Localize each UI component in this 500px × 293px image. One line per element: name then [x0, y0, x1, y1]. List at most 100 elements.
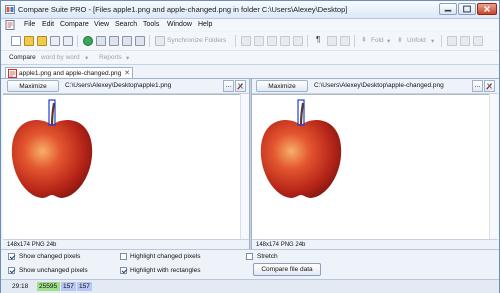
compare-files-icon[interactable]	[96, 36, 106, 46]
toolbar-separator	[77, 35, 78, 47]
menu-view[interactable]: View	[94, 21, 109, 28]
minimize-icon	[444, 9, 452, 12]
reports-button[interactable]: Reports	[99, 54, 122, 61]
tab-apple-comparison[interactable]: apple1.png and apple-changed.png ✕	[5, 67, 133, 78]
left-pane-header: Maximize C:\Users\Alexey\Desktop\apple1.…	[3, 79, 249, 94]
right-image-info: 148x174 PNG 24b	[252, 239, 498, 249]
unfold-icon[interactable]: ⇟	[397, 36, 403, 44]
close-tab-icon[interactable]: ✕	[124, 69, 130, 77]
edit-icon[interactable]	[447, 36, 457, 46]
compare-document-icon	[8, 69, 17, 78]
right-pane-header: Maximize C:\Users\Alexey\Desktop\apple-c…	[252, 79, 498, 94]
menu-compare[interactable]: Compare	[60, 21, 89, 28]
right-tools-button[interactable]	[484, 80, 495, 92]
unfold-dropdown-icon[interactable]: ▾	[431, 37, 434, 45]
right-scrollbar[interactable]	[489, 94, 498, 239]
wrench-icon	[486, 83, 493, 90]
close-icon	[484, 6, 490, 12]
apple-changed-image	[257, 99, 345, 201]
stretch-checkbox[interactable]	[246, 253, 253, 260]
changed-pixel-count-left: 157	[61, 282, 76, 291]
compare-label: Compare	[9, 54, 36, 61]
fold-dropdown-icon[interactable]: ▾	[387, 37, 390, 45]
show-changed-label: Show changed pixels	[19, 253, 81, 260]
swap-icon[interactable]	[109, 36, 119, 46]
show-changed-checkbox[interactable]	[8, 253, 15, 260]
wrench-icon	[237, 83, 244, 90]
compare-file-data-button[interactable]: Compare file data	[253, 263, 321, 276]
save-icon[interactable]	[50, 36, 60, 46]
comparison-options: Show changed pixels Show unchanged pixel…	[1, 249, 499, 280]
unchanged-pixel-count: 25595	[37, 282, 60, 291]
app-window: Compare Suite PRO - [Files apple1.png an…	[0, 0, 500, 293]
compare-mode-bar: Compare word by word ▾ Reports ▾	[1, 51, 499, 65]
show-unchanged-checkbox[interactable]	[8, 267, 15, 274]
refresh-icon[interactable]	[83, 36, 93, 46]
stretch-label: Stretch	[257, 253, 278, 260]
prev-diff-icon[interactable]	[267, 36, 277, 46]
copy-left-icon[interactable]	[241, 36, 251, 46]
highlight-changed-label: Highlight changed pixels	[130, 253, 201, 260]
compare-mode-select[interactable]: word by word	[41, 54, 80, 61]
open-folder-icon[interactable]	[24, 36, 34, 46]
next-diff-icon[interactable]	[280, 36, 290, 46]
wrap-icon[interactable]	[340, 36, 350, 46]
left-image-info: 148x174 PNG 24b	[3, 239, 249, 249]
menu-window[interactable]: Window	[167, 21, 192, 28]
left-scrollbar[interactable]	[240, 94, 249, 239]
changed-pixel-count-right: 157	[77, 282, 92, 291]
right-maximize-button[interactable]: Maximize	[256, 80, 308, 92]
properties-icon[interactable]	[63, 36, 73, 46]
title-bar: Compare Suite PRO - [Files apple1.png an…	[1, 1, 499, 19]
highlight-rectangles-label: Highlight with rectangles	[130, 267, 201, 274]
right-image-view[interactable]	[252, 94, 498, 239]
highlight-changed-checkbox[interactable]	[120, 253, 127, 260]
open-folders-icon[interactable]	[37, 36, 47, 46]
redo-icon[interactable]	[473, 36, 483, 46]
main-toolbar: Synchronize Folders ¶ ⇞ Fold ▾ ⇟ Unfold …	[1, 32, 499, 51]
compare-mode-dropdown-icon[interactable]: ▾	[85, 54, 88, 62]
sync-folders-button[interactable]: Synchronize Folders	[167, 37, 226, 44]
left-file-path: C:\Users\Alexey\Desktop\apple1.png	[65, 82, 172, 89]
menu-search[interactable]: Search	[115, 21, 137, 28]
toolbar-separator	[149, 35, 150, 47]
download-icon[interactable]	[135, 36, 145, 46]
right-pane: Maximize C:\Users\Alexey\Desktop\apple-c…	[252, 79, 498, 249]
right-browse-button[interactable]: ...	[472, 80, 483, 92]
fold-icon[interactable]: ⇞	[361, 36, 367, 44]
upload-icon[interactable]	[122, 36, 132, 46]
maximize-icon	[463, 5, 471, 13]
menu-bar: File Edit Compare View Search Tools Wind…	[1, 19, 499, 31]
highlight-rectangles-checkbox[interactable]	[120, 267, 127, 274]
paragraph-icon[interactable]: ¶	[316, 35, 320, 44]
new-file-icon[interactable]	[11, 36, 21, 46]
fold-button[interactable]: Fold	[371, 37, 384, 44]
copy-right-icon[interactable]	[254, 36, 264, 46]
sync-folders-icon[interactable]	[155, 36, 165, 46]
left-image-view[interactable]	[3, 94, 249, 239]
maximize-window-button[interactable]	[458, 3, 476, 15]
left-maximize-button[interactable]: Maximize	[7, 80, 59, 92]
minimize-button[interactable]	[439, 3, 457, 15]
toolbar-separator	[307, 35, 308, 47]
status-bar: 29:18 25595 157 157	[1, 279, 499, 293]
undo-icon[interactable]	[460, 36, 470, 46]
whitespace-icon[interactable]	[327, 36, 337, 46]
close-window-button[interactable]	[477, 3, 497, 15]
menu-tools[interactable]: Tools	[143, 21, 159, 28]
document-menu-icon[interactable]	[5, 20, 15, 30]
toolbar-separator	[441, 35, 442, 47]
menu-edit[interactable]: Edit	[42, 21, 54, 28]
menu-file[interactable]: File	[24, 21, 35, 28]
app-compare-icon	[5, 5, 15, 14]
left-browse-button[interactable]: ...	[223, 80, 234, 92]
reports-dropdown-icon[interactable]: ▾	[126, 54, 129, 62]
toolbar-separator	[235, 35, 236, 47]
menu-help[interactable]: Help	[198, 21, 212, 28]
window-title: Compare Suite PRO - [Files apple1.png an…	[18, 5, 348, 14]
unfold-button[interactable]: Unfold	[407, 37, 426, 44]
first-diff-icon[interactable]	[293, 36, 303, 46]
left-pane: Maximize C:\Users\Alexey\Desktop\apple1.…	[3, 79, 249, 249]
tab-label: apple1.png and apple-changed.png	[19, 69, 122, 77]
left-tools-button[interactable]	[235, 80, 246, 92]
